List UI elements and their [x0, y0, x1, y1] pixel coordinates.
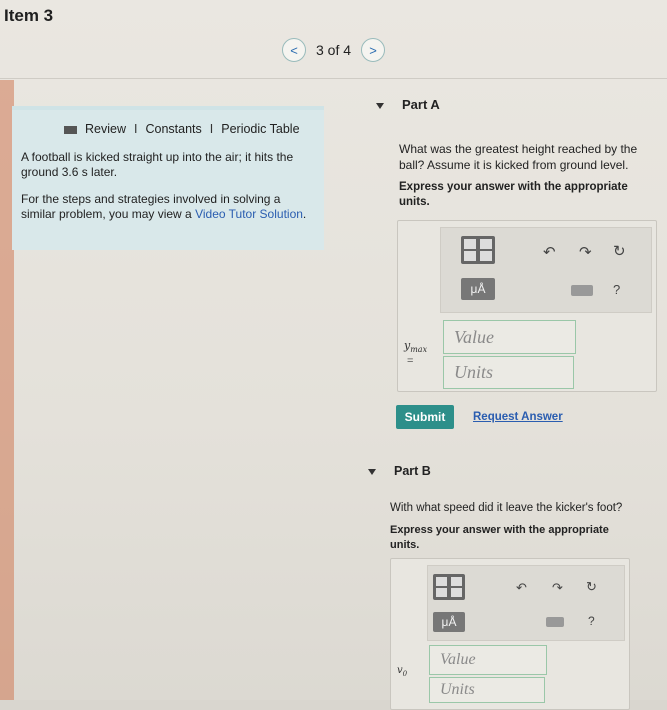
- request-answer-link[interactable]: Request Answer: [473, 411, 563, 423]
- collapse-triangle-icon: [376, 102, 384, 109]
- value-input[interactable]: Value: [429, 645, 547, 675]
- part-b-question: With what speed did it leave the kicker'…: [390, 502, 623, 514]
- help-icon[interactable]: ?: [613, 282, 620, 297]
- part-a-question: What was the greatest height reached by …: [399, 142, 638, 172]
- help-icon[interactable]: ?: [588, 614, 595, 628]
- pager-text: 3 of 4: [316, 42, 352, 58]
- review-panel: Review I Constants I Periodic Table A footba…: [12, 106, 324, 250]
- redo-icon[interactable]: ↷: [579, 243, 592, 261]
- keyboard-icon[interactable]: [571, 285, 593, 296]
- reset-icon[interactable]: ↻: [586, 579, 597, 595]
- units-symbol-button[interactable]: μÅ: [433, 612, 465, 632]
- part-a-header[interactable]: Part A: [376, 97, 440, 112]
- part-b-header[interactable]: Part B: [368, 464, 431, 478]
- undo-icon[interactable]: ↶: [543, 243, 556, 261]
- redo-icon[interactable]: ↷: [552, 580, 563, 596]
- templates-icon[interactable]: [461, 236, 495, 264]
- help-text: For the steps and strategies involved in…: [21, 192, 317, 222]
- units-input[interactable]: Units: [429, 677, 545, 703]
- reset-icon[interactable]: ↻: [613, 242, 626, 260]
- undo-icon[interactable]: ↶: [516, 580, 527, 596]
- pager: < 3 of 4 >: [282, 38, 386, 62]
- book-icon: [64, 125, 77, 134]
- part-a-label: Part A: [402, 97, 440, 112]
- chevron-right-icon: >: [369, 42, 377, 58]
- header-divider: [0, 78, 667, 79]
- next-button[interactable]: >: [361, 38, 386, 62]
- units-input[interactable]: Units: [443, 356, 574, 389]
- chevron-left-icon: <: [290, 42, 298, 58]
- part-a-toolbar: μÅ ↶ ↷ ↻ ?: [440, 227, 652, 313]
- value-input[interactable]: Value: [443, 320, 576, 354]
- page: Item 3 < 3 of 4 > Review I Constants I Perio…: [0, 0, 667, 710]
- tab-constants[interactable]: Constants: [145, 122, 201, 136]
- variable-label: v0: [397, 665, 408, 678]
- part-b-instruction: Express your answer with the appropriate…: [390, 524, 609, 551]
- units-symbol-button[interactable]: μÅ: [461, 278, 495, 300]
- help-text-suffix: .: [302, 207, 307, 221]
- part-b-toolbar: μÅ ↶ ↷ ↻ ?: [427, 565, 625, 641]
- review-tabs: Review I Constants I Periodic Table: [64, 122, 300, 136]
- variable-label: ymax: [404, 339, 428, 355]
- submit-button[interactable]: Submit: [396, 405, 454, 429]
- part-b-label: Part B: [394, 464, 431, 478]
- collapse-triangle-icon: [368, 468, 376, 475]
- tab-separator: I: [134, 122, 138, 136]
- problem-text: A football is kicked straight up into th…: [21, 150, 294, 179]
- part-a-instruction: Express your answer with the appropriate…: [399, 181, 628, 208]
- templates-icon[interactable]: [433, 574, 465, 600]
- keyboard-icon[interactable]: [546, 617, 564, 627]
- tab-periodic-table[interactable]: Periodic Table: [221, 122, 299, 136]
- item-title: Item 3: [4, 6, 54, 25]
- part-b-answer-box: μÅ ↶ ↷ ↻ ? v0 Value Units: [390, 558, 630, 710]
- part-a-answer-box: μÅ ↶ ↷ ↻ ? ymax = Value Units: [397, 220, 657, 392]
- tab-review[interactable]: Review: [85, 122, 126, 136]
- tab-separator: I: [209, 122, 214, 136]
- prev-button[interactable]: <: [282, 38, 306, 62]
- equals-sign: =: [407, 355, 414, 367]
- video-tutor-link[interactable]: Video Tutor Solution: [195, 207, 303, 221]
